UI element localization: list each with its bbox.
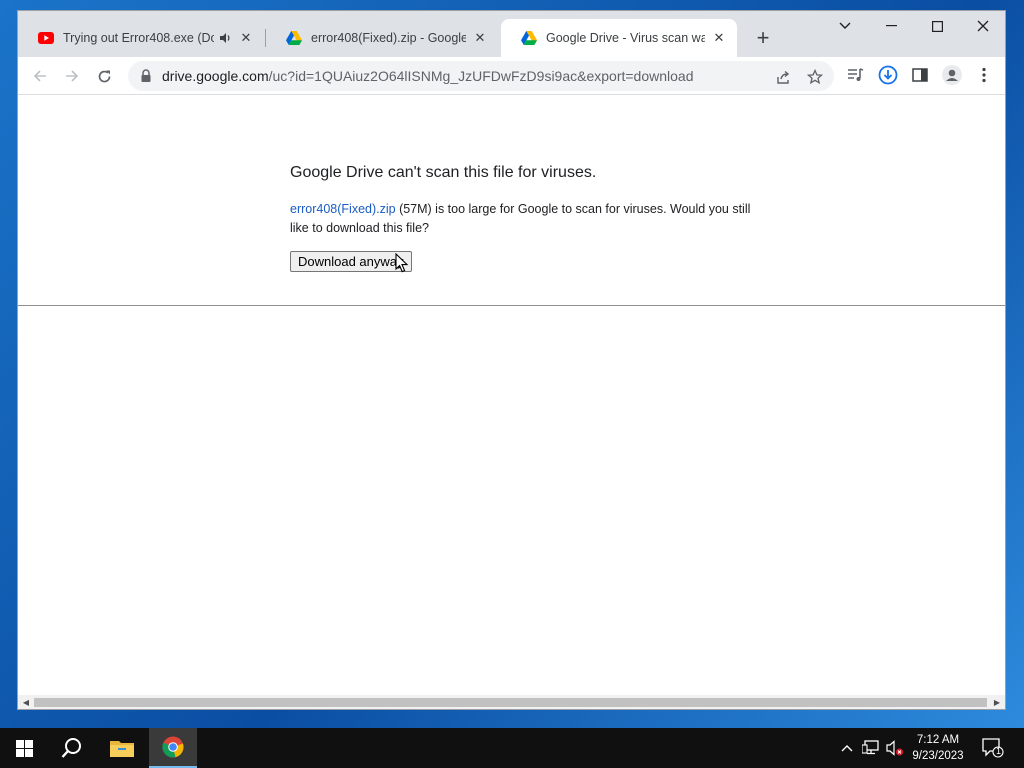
profile-avatar-icon[interactable] bbox=[942, 65, 962, 85]
media-control-icon[interactable] bbox=[846, 65, 866, 85]
browser-window: Trying out Error408.exe (Do ✕ error408(F… bbox=[17, 10, 1006, 710]
google-drive-icon bbox=[286, 30, 302, 46]
close-icon[interactable]: ✕ bbox=[238, 30, 254, 46]
file-name-link[interactable]: error408(Fixed).zip bbox=[290, 202, 396, 216]
windows-start-icon[interactable] bbox=[0, 728, 48, 768]
new-tab-button[interactable]: + bbox=[750, 25, 776, 51]
page-content: Google Drive can't scan this file for vi… bbox=[18, 96, 1005, 696]
url-path: /uc?id=1QUAiuz2O64lISNMg_JzUFDwFzD9si9ac… bbox=[268, 68, 694, 84]
warning-message: error408(Fixed).zip (57M) is too large f… bbox=[290, 200, 760, 238]
close-icon[interactable]: ✕ bbox=[472, 30, 488, 46]
page-divider bbox=[18, 305, 1005, 306]
tray-chevron-up-icon[interactable] bbox=[838, 738, 856, 758]
close-window-icon[interactable] bbox=[960, 11, 1005, 41]
tab-title: Trying out Error408.exe (Do bbox=[63, 31, 214, 45]
minimize-icon[interactable] bbox=[868, 11, 914, 41]
forward-icon[interactable] bbox=[58, 62, 86, 90]
tab-title: error408(Fixed).zip - Google Driv bbox=[311, 31, 466, 45]
reload-icon[interactable] bbox=[90, 62, 118, 90]
file-explorer-icon[interactable] bbox=[98, 728, 146, 768]
download-icon[interactable] bbox=[878, 65, 898, 85]
tab-drive-file[interactable]: error408(Fixed).zip - Google Driv ✕ bbox=[266, 19, 498, 57]
browser-toolbar: drive.google.com/uc?id=1QUAiuz2O64lISNMg… bbox=[18, 57, 1005, 95]
speaker-icon[interactable] bbox=[218, 31, 232, 45]
tab-search-icon[interactable] bbox=[822, 11, 868, 41]
back-icon[interactable] bbox=[26, 62, 54, 90]
search-icon[interactable] bbox=[48, 728, 96, 768]
taskbar: 7:12 AM 9/23/2023 1 bbox=[0, 728, 1024, 768]
notification-count: 1 bbox=[995, 746, 1001, 756]
address-bar[interactable]: drive.google.com/uc?id=1QUAiuz2O64lISNMg… bbox=[128, 61, 834, 91]
scrollbar-thumb[interactable] bbox=[34, 698, 987, 707]
tab-youtube[interactable]: Trying out Error408.exe (Do ✕ bbox=[18, 19, 264, 57]
mouse-cursor-icon bbox=[395, 253, 409, 273]
share-icon[interactable] bbox=[774, 68, 792, 86]
google-drive-icon bbox=[521, 30, 537, 46]
tab-virus-warning[interactable]: Google Drive - Virus scan warnin ✕ bbox=[501, 19, 737, 57]
url-text[interactable]: drive.google.com/uc?id=1QUAiuz2O64lISNMg… bbox=[162, 68, 834, 84]
side-panel-icon[interactable] bbox=[910, 65, 930, 85]
bookmark-star-icon[interactable] bbox=[806, 68, 824, 86]
chrome-taskbar-icon[interactable] bbox=[149, 728, 197, 768]
youtube-icon bbox=[38, 30, 54, 46]
scroll-left-icon[interactable]: ◀ bbox=[21, 697, 31, 707]
page-title: Google Drive can't scan this file for vi… bbox=[290, 164, 597, 181]
system-clock[interactable]: 7:12 AM 9/23/2023 bbox=[905, 732, 971, 764]
scroll-right-icon[interactable]: ▶ bbox=[992, 697, 1002, 707]
tab-strip: Trying out Error408.exe (Do ✕ error408(F… bbox=[18, 11, 1005, 57]
lock-icon[interactable] bbox=[140, 69, 152, 83]
menu-kebab-icon[interactable] bbox=[974, 65, 994, 85]
notification-center-icon[interactable]: 1 bbox=[982, 738, 1004, 758]
download-anyway-button[interactable]: Download anyway bbox=[290, 251, 412, 272]
horizontal-scrollbar[interactable]: ◀ ▶ bbox=[18, 695, 1005, 709]
maximize-icon[interactable] bbox=[914, 11, 960, 41]
close-icon[interactable]: ✕ bbox=[711, 30, 727, 46]
tab-title: Google Drive - Virus scan warnin bbox=[546, 31, 705, 45]
clock-date: 9/23/2023 bbox=[912, 750, 964, 762]
volume-muted-icon[interactable] bbox=[886, 738, 904, 758]
url-host: drive.google.com bbox=[162, 68, 269, 84]
clock-time: 7:12 AM bbox=[916, 734, 960, 746]
network-icon[interactable] bbox=[862, 738, 880, 758]
